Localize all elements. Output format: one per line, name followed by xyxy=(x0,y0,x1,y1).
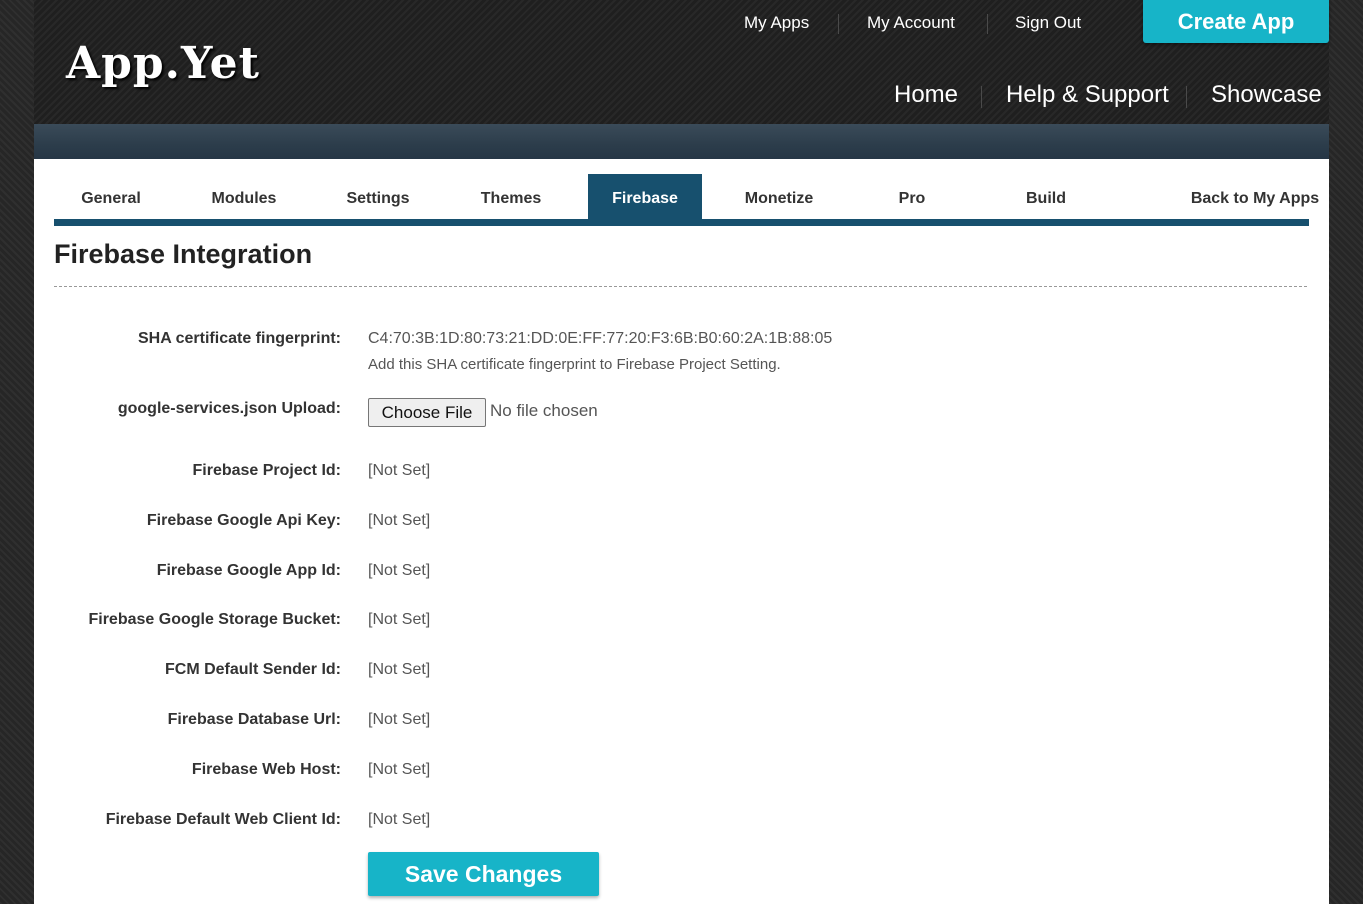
field-value: [Not Set] xyxy=(368,811,431,828)
field-value: [Not Set] xyxy=(368,711,431,728)
nav-separator xyxy=(987,14,988,34)
field-label: Firebase Project Id: xyxy=(192,462,342,479)
field-value: [Not Set] xyxy=(368,761,431,778)
tab-firebase[interactable]: Firebase xyxy=(588,174,702,219)
nav-my-apps[interactable]: My Apps xyxy=(744,12,809,34)
page-frame: App.Yet My Apps My Account Sign Out Crea… xyxy=(34,0,1329,904)
nav-my-account[interactable]: My Account xyxy=(867,12,955,34)
app-yet-logo[interactable]: App.Yet xyxy=(66,38,260,89)
field-label: Firebase Google Api Key: xyxy=(146,512,341,529)
field-label: Firebase Default Web Client Id: xyxy=(105,811,341,828)
tab-monetize[interactable]: Monetize xyxy=(722,174,836,219)
sha-hint: Add this SHA certificate fingerprint to … xyxy=(368,356,781,373)
tab-modules[interactable]: Modules xyxy=(187,174,301,219)
site-header: App.Yet My Apps My Account Sign Out Crea… xyxy=(34,0,1329,124)
nav-help-support[interactable]: Help & Support xyxy=(1006,80,1169,110)
tab-build[interactable]: Build xyxy=(989,174,1103,219)
tab-pro[interactable]: Pro xyxy=(855,174,969,219)
field-value: [Not Set] xyxy=(368,661,431,678)
field-value: [Not Set] xyxy=(368,462,431,479)
tab-underline xyxy=(54,219,1309,226)
tab-themes[interactable]: Themes xyxy=(454,174,568,219)
upload-label: google-services.json Upload: xyxy=(117,400,341,417)
field-value: [Not Set] xyxy=(368,611,431,628)
choose-file-button[interactable]: Choose File xyxy=(368,398,486,427)
field-label: FCM Default Sender Id: xyxy=(164,661,341,678)
nav-separator xyxy=(981,86,982,108)
page-title: Firebase Integration xyxy=(54,239,313,269)
field-value: [Not Set] xyxy=(368,512,431,529)
field-label: Firebase Database Url: xyxy=(167,711,341,728)
main-content: General Modules Settings Themes Firebase… xyxy=(34,159,1329,904)
field-label: Firebase Web Host: xyxy=(191,761,341,778)
nav-showcase[interactable]: Showcase xyxy=(1211,80,1322,110)
sha-value: C4:70:3B:1D:80:73:21:DD:0E:FF:77:20:F3:6… xyxy=(368,330,833,347)
sha-label: SHA certificate fingerprint: xyxy=(138,330,341,347)
header-banner xyxy=(34,124,1329,159)
tab-back-to-my-apps[interactable]: Back to My Apps xyxy=(1180,174,1330,219)
field-label: Firebase Google App Id: xyxy=(156,562,341,579)
file-status: No file chosen xyxy=(490,401,598,420)
tab-settings[interactable]: Settings xyxy=(321,174,435,219)
create-app-button[interactable]: Create App xyxy=(1143,0,1329,43)
field-label: Firebase Google Storage Bucket: xyxy=(88,611,341,628)
tab-general[interactable]: General xyxy=(54,174,168,219)
save-changes-button[interactable]: Save Changes xyxy=(368,852,599,896)
field-value: [Not Set] xyxy=(368,562,431,579)
nav-separator xyxy=(838,14,839,34)
title-divider xyxy=(54,286,1307,287)
tab-bar: General Modules Settings Themes Firebase… xyxy=(54,174,1319,226)
nav-sign-out[interactable]: Sign Out xyxy=(1015,12,1081,34)
nav-separator xyxy=(1186,86,1187,108)
nav-home[interactable]: Home xyxy=(894,80,958,110)
